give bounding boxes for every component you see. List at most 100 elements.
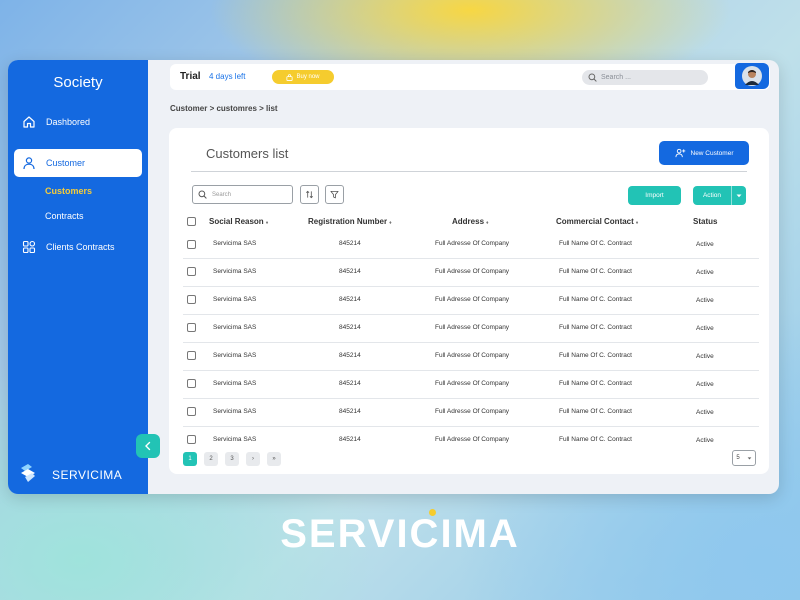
buy-now-label: Buy now: [296, 74, 320, 80]
row-checkbox[interactable]: [187, 323, 196, 332]
caret-down-icon: [732, 194, 746, 198]
cell-address: Full Adresse Of Company: [435, 268, 510, 275]
row-checkbox[interactable]: [187, 379, 196, 388]
logo-dot: [429, 509, 436, 516]
new-customer-label: New Customer: [690, 149, 734, 157]
page-button-3[interactable]: 3: [225, 452, 239, 466]
row-divider: [183, 286, 759, 287]
row-divider: [183, 258, 759, 259]
page-button-2[interactable]: 2: [204, 452, 218, 466]
row-checkbox[interactable]: [187, 351, 196, 360]
column-header-social-reason[interactable]: Social Reason ♦: [209, 217, 268, 226]
cell-address: Full Adresse Of Company: [435, 240, 510, 247]
cell-social-reason: Servicima SAS: [213, 436, 257, 443]
per-page-select[interactable]: 5: [732, 450, 756, 466]
row-checkbox[interactable]: [187, 295, 196, 304]
top-search-input[interactable]: Search ...: [582, 70, 708, 85]
cell-social-reason: Servicima SAS: [213, 296, 257, 303]
cell-commercial-contact: Full Name Of C. Contract: [559, 408, 632, 415]
sidebar-item-label: Clients Contracts: [46, 242, 115, 252]
top-bar: Trial 4 days left Buy now Search ...: [170, 64, 770, 90]
cell-registration-number: 845214: [339, 268, 361, 275]
buy-now-button[interactable]: Buy now: [272, 70, 334, 84]
row-checkbox[interactable]: [187, 267, 196, 276]
user-avatar[interactable]: [735, 63, 769, 89]
cell-social-reason: Servicima SAS: [213, 380, 257, 387]
row-divider: [183, 342, 759, 343]
footer-brand-text: SERVICIMA: [280, 512, 520, 556]
column-header-status: Status: [693, 217, 718, 226]
cell-registration-number: 845214: [339, 352, 361, 359]
cell-status: Active: [696, 381, 714, 388]
last-page-button[interactable]: »: [267, 452, 281, 466]
new-customer-button[interactable]: New Customer: [659, 141, 749, 165]
sidebar-subitem-customers[interactable]: Customers: [45, 186, 92, 196]
sidebar-item-label: Customer: [46, 158, 86, 168]
select-all-checkbox[interactable]: [187, 217, 196, 226]
user-icon: [22, 156, 36, 170]
brand-name: SERVICIMA: [52, 467, 123, 482]
cell-status: Active: [696, 297, 714, 304]
row-checkbox[interactable]: [187, 240, 196, 249]
sort-indicator-icon: ♦: [389, 220, 392, 226]
cell-address: Full Adresse Of Company: [435, 380, 510, 387]
cell-social-reason: Servicima SAS: [213, 268, 257, 275]
sidebar: Society Dashbored Customer Customers Con…: [8, 60, 148, 494]
avatar-image: [742, 66, 762, 86]
next-page-button[interactable]: ›: [246, 452, 260, 466]
sidebar-title: Society: [53, 74, 103, 91]
cell-address: Full Adresse Of Company: [435, 296, 510, 303]
cell-commercial-contact: Full Name Of C. Contract: [559, 436, 632, 443]
cell-status: Active: [696, 409, 714, 416]
row-divider: [183, 370, 759, 371]
cell-address: Full Adresse Of Company: [435, 436, 510, 443]
row-divider: [183, 314, 759, 315]
caret-down-icon: [747, 456, 752, 460]
cell-commercial-contact: Full Name Of C. Contract: [559, 352, 632, 359]
column-header-address[interactable]: Address ♦: [452, 217, 489, 226]
column-header-registration-number[interactable]: Registration Number ♦: [308, 217, 392, 226]
sidebar-item-dashboard[interactable]: Dashbored: [14, 108, 142, 136]
row-divider: [183, 426, 759, 427]
cell-status: Active: [696, 437, 714, 444]
cell-registration-number: 845214: [339, 380, 361, 387]
sort-icon: [305, 190, 314, 199]
bag-icon: [286, 73, 294, 81]
add-user-icon: [674, 148, 686, 158]
cell-registration-number: 845214: [339, 408, 361, 415]
collapse-sidebar-button[interactable]: [136, 434, 160, 458]
cell-address: Full Adresse Of Company: [435, 408, 510, 415]
filter-button[interactable]: [325, 185, 344, 204]
title-divider: [191, 171, 747, 172]
servicima-logo-icon: [18, 462, 38, 487]
sort-button[interactable]: [300, 185, 319, 204]
import-button[interactable]: Import: [628, 186, 681, 205]
sidebar-subitem-contracts[interactable]: Contracts: [45, 211, 84, 221]
row-checkbox[interactable]: [187, 407, 196, 416]
cell-address: Full Adresse Of Company: [435, 324, 510, 331]
row-checkbox[interactable]: [187, 435, 196, 444]
cell-registration-number: 845214: [339, 436, 361, 443]
sidebar-item-clients-contracts[interactable]: Clients Contracts: [14, 233, 142, 261]
page-title: Customers list: [206, 146, 289, 161]
sidebar-item-customer[interactable]: Customer: [14, 149, 142, 177]
home-icon: [22, 115, 36, 129]
filter-icon: [330, 190, 339, 199]
column-header-commercial-contact[interactable]: Commercial Contact ♦: [556, 217, 638, 226]
page-button-1[interactable]: 1: [183, 452, 197, 466]
search-placeholder: Search: [212, 191, 232, 198]
cell-commercial-contact: Full Name Of C. Contract: [559, 296, 632, 303]
table-search-input[interactable]: Search: [192, 185, 293, 204]
chevron-left-icon: [143, 441, 153, 451]
cell-address: Full Adresse Of Company: [435, 352, 510, 359]
cell-commercial-contact: Full Name Of C. Contract: [559, 324, 632, 331]
cell-status: Active: [696, 269, 714, 276]
trial-label: Trial: [180, 71, 201, 82]
app-window: Society Dashbored Customer Customers Con…: [8, 60, 779, 494]
search-icon: [198, 190, 207, 199]
cell-social-reason: Servicima SAS: [213, 352, 257, 359]
sort-indicator-icon: ♦: [486, 220, 489, 226]
sidebar-item-label: Dashbored: [46, 117, 91, 127]
action-dropdown-button[interactable]: Action: [693, 186, 746, 205]
sort-indicator-icon: ♦: [635, 220, 639, 226]
